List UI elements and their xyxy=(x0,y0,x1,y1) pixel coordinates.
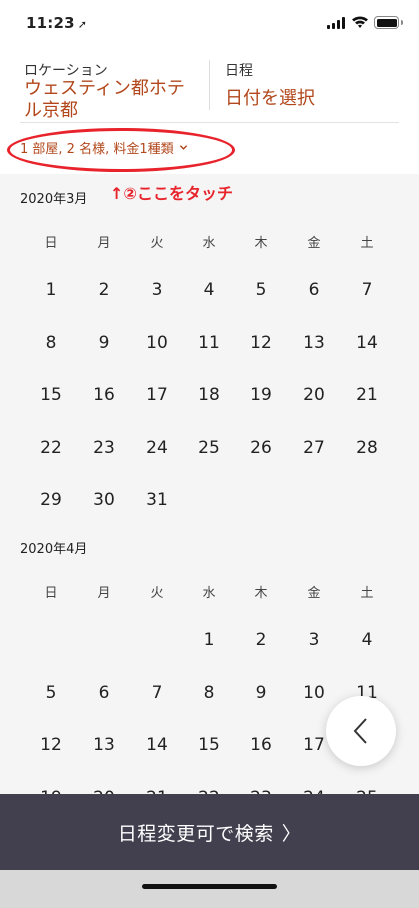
weekday-label: 金 xyxy=(307,586,321,601)
signal-icon xyxy=(327,17,347,29)
calendar-day[interactable]: 15 xyxy=(31,385,71,405)
month-title: 2020年4月 xyxy=(20,542,88,557)
calendar-day[interactable]: 24 xyxy=(137,438,177,458)
weekday-label: 火 xyxy=(150,236,164,251)
calendar-day[interactable]: 26 xyxy=(241,438,281,458)
calendar-day[interactable]: 4 xyxy=(347,630,387,650)
calendar-day[interactable]: 10 xyxy=(294,683,334,703)
calendar-day[interactable]: 12 xyxy=(31,735,71,755)
search-button-label: 日程変更可で検索 xyxy=(117,822,274,845)
calendar-day[interactable]: 2 xyxy=(84,280,124,300)
chevron-left-icon xyxy=(353,718,367,744)
calendar-day[interactable]: 16 xyxy=(241,735,281,755)
calendar-day[interactable]: 20 xyxy=(294,385,334,405)
calendar-day[interactable]: 12 xyxy=(241,333,281,353)
status-bar: 11:23 ➚ xyxy=(0,0,419,46)
header-separator xyxy=(20,122,399,123)
calendar-day[interactable]: 1 xyxy=(31,280,71,300)
annotation-circle xyxy=(7,128,235,172)
calendar-day[interactable]: 23 xyxy=(84,438,124,458)
calendar-day[interactable]: 14 xyxy=(347,333,387,353)
home-area xyxy=(0,870,419,908)
back-button[interactable] xyxy=(326,696,396,766)
date-label: 日程 xyxy=(225,63,253,79)
calendar-day[interactable]: 6 xyxy=(294,280,334,300)
weekday-label: 金 xyxy=(307,236,321,251)
status-time-text: 11:23 xyxy=(26,14,75,32)
calendar-day[interactable]: 16 xyxy=(84,385,124,405)
location-value[interactable]: ウェスティン都ホテル京都 xyxy=(24,78,194,122)
calendar-day[interactable]: 3 xyxy=(294,630,334,650)
status-time: 11:23 ➚ xyxy=(26,14,87,32)
calendar-day[interactable]: 14 xyxy=(137,735,177,755)
calendar-day[interactable]: 8 xyxy=(189,683,229,703)
calendar-day[interactable]: 27 xyxy=(294,438,334,458)
weekday-label: 水 xyxy=(202,586,216,601)
calendar-day[interactable]: 25 xyxy=(189,438,229,458)
calendar-day[interactable]: 17 xyxy=(137,385,177,405)
calendar-day[interactable]: 7 xyxy=(347,280,387,300)
weekday-label: 木 xyxy=(254,236,268,251)
calendar-day[interactable]: 6 xyxy=(84,683,124,703)
calendar-day[interactable]: 8 xyxy=(31,333,71,353)
calendar-day[interactable]: 13 xyxy=(294,333,334,353)
calendar-day[interactable]: 3 xyxy=(137,280,177,300)
calendar-day[interactable]: 21 xyxy=(347,385,387,405)
calendar-day[interactable]: 28 xyxy=(347,438,387,458)
weekday-label: 火 xyxy=(150,586,164,601)
calendar-day[interactable]: 2 xyxy=(241,630,281,650)
calendar-day[interactable]: 9 xyxy=(241,683,281,703)
weekday-label: 日 xyxy=(44,236,58,251)
weekday-label: 月 xyxy=(97,236,111,251)
calendar-day[interactable]: 11 xyxy=(189,333,229,353)
weekday-label: 月 xyxy=(97,586,111,601)
location-arrow-icon: ➚ xyxy=(77,18,88,31)
calendar-day[interactable]: 29 xyxy=(31,490,71,510)
weekday-label: 日 xyxy=(44,586,58,601)
calendar-day[interactable]: 15 xyxy=(189,735,229,755)
calendar-day[interactable]: 30 xyxy=(84,490,124,510)
annotation-text: ↑②ここをタッチ xyxy=(110,184,233,203)
chevron-right-icon: 〉 xyxy=(281,822,302,845)
header-divider xyxy=(209,60,210,110)
location-label: ロケーション xyxy=(24,63,108,79)
battery-icon xyxy=(374,16,403,29)
calendar-day[interactable]: 1 xyxy=(189,630,229,650)
calendar-day[interactable]: 22 xyxy=(31,438,71,458)
weekday-label: 木 xyxy=(254,586,268,601)
wifi-icon xyxy=(352,16,368,28)
calendar-day[interactable]: 13 xyxy=(84,735,124,755)
calendar-day[interactable]: 4 xyxy=(189,280,229,300)
calendar-day[interactable]: 19 xyxy=(241,385,281,405)
calendar-day[interactable]: 7 xyxy=(137,683,177,703)
home-indicator[interactable] xyxy=(142,884,277,889)
date-value[interactable]: 日付を選択 xyxy=(225,88,315,110)
weekday-label: 土 xyxy=(360,236,374,251)
calendar-day[interactable]: 10 xyxy=(137,333,177,353)
calendar-day[interactable]: 18 xyxy=(189,385,229,405)
weekday-label: 水 xyxy=(202,236,216,251)
calendar-day[interactable]: 5 xyxy=(31,683,71,703)
search-button[interactable]: 日程変更可で検索 〉 xyxy=(0,794,419,870)
weekday-label: 土 xyxy=(360,586,374,601)
calendar-day[interactable]: 9 xyxy=(84,333,124,353)
calendar-day[interactable]: 5 xyxy=(241,280,281,300)
search-header: ロケーション ウェスティン都ホテル京都 日程 日付を選択 1 部屋, 2 名様,… xyxy=(0,46,419,174)
calendar-day[interactable]: 31 xyxy=(137,490,177,510)
month-title: 2020年3月 xyxy=(20,192,88,207)
